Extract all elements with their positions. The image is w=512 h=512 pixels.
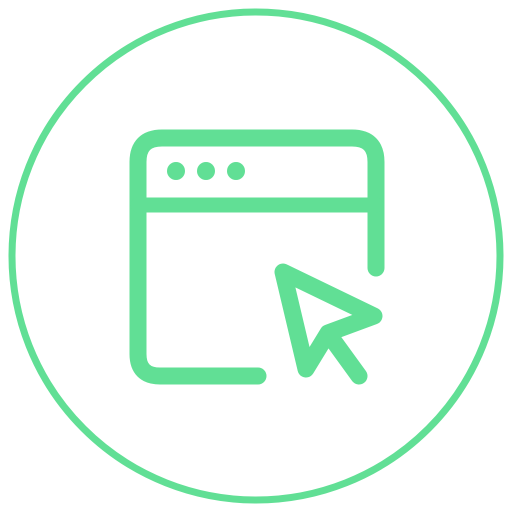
- circle-outline-icon: [8, 8, 504, 504]
- window-dot-1: [167, 162, 185, 180]
- window-controls-dots-icon: [167, 162, 245, 180]
- window-dot-2: [197, 162, 215, 180]
- icon-canvas: [0, 0, 512, 512]
- mouse-pointer-cursor-icon: [274, 263, 383, 378]
- window-dot-3: [227, 162, 245, 180]
- browser-window-click-icon: [8, 8, 504, 504]
- cursor-tail: [321, 327, 368, 385]
